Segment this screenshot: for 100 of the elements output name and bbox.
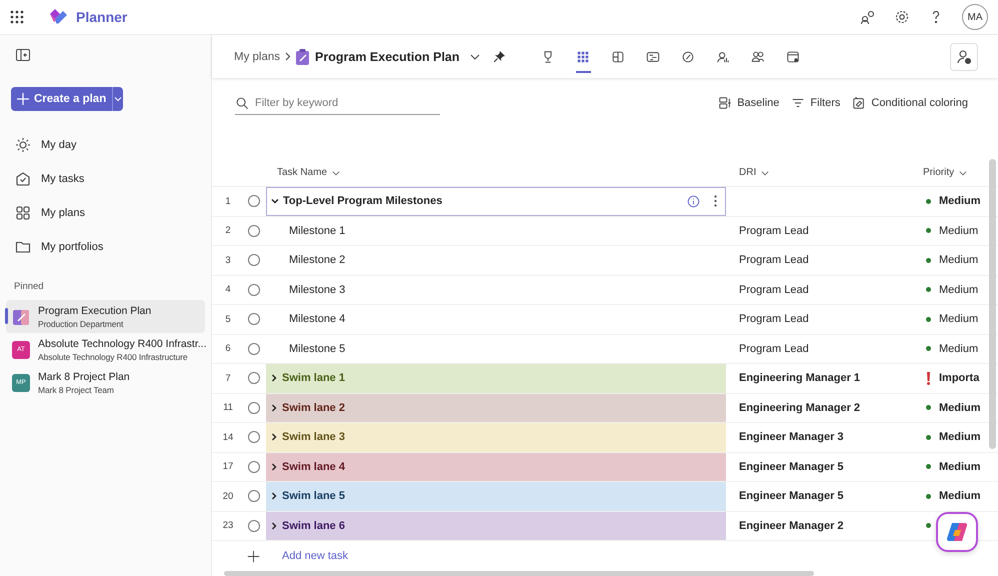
plan-title: Program Execution Plan bbox=[315, 50, 460, 64]
nav-item[interactable]: My day bbox=[6, 129, 205, 161]
task-name-cell[interactable]: Top-Level Program Milestones bbox=[266, 187, 726, 216]
row-number: 23 bbox=[222, 520, 234, 532]
row-number: 4 bbox=[224, 284, 232, 296]
pinned-plan[interactable]: Program Execution Plan Production Department bbox=[6, 300, 205, 333]
app-launcher-icon[interactable] bbox=[10, 10, 24, 24]
complete-checkbox[interactable] bbox=[248, 254, 260, 266]
nav-item[interactable]: My plans bbox=[6, 197, 205, 229]
expand-chevron-icon[interactable] bbox=[270, 433, 278, 442]
home-check-icon bbox=[15, 171, 31, 187]
task-name-cell[interactable]: Milestone 3 bbox=[266, 276, 726, 304]
expand-chevron-icon[interactable] bbox=[270, 522, 278, 530]
user-avatar[interactable]: MA bbox=[962, 4, 988, 30]
row-number: 6 bbox=[224, 343, 232, 354]
row-number: 17 bbox=[222, 461, 234, 472]
swim-lane-cell[interactable]: Swim lane 6 bbox=[266, 512, 726, 540]
copilot-button[interactable] bbox=[936, 512, 978, 552]
priority-cell: Medium bbox=[939, 402, 981, 414]
collapse-chevron-icon[interactable] bbox=[271, 197, 279, 206]
plus-icon bbox=[17, 93, 29, 105]
nav-item[interactable]: My portfolios bbox=[6, 231, 205, 263]
row-number: 14 bbox=[222, 432, 234, 443]
complete-checkbox[interactable] bbox=[248, 224, 260, 237]
task-name-cell[interactable]: Milestone 4 bbox=[266, 305, 726, 334]
search-field[interactable]: Filter by keyword bbox=[255, 94, 440, 112]
settings-icon bbox=[894, 9, 910, 25]
clipboard-icon bbox=[296, 48, 310, 64]
task-name-cell[interactable]: Milestone 1 bbox=[266, 216, 726, 245]
dri-cell: Engineering Manager 1 bbox=[739, 372, 860, 384]
dri-cell: Program Lead bbox=[739, 284, 809, 296]
expand-chevron-icon[interactable] bbox=[270, 492, 278, 500]
people-icon bbox=[860, 9, 876, 25]
pin-icon[interactable] bbox=[494, 51, 505, 62]
create-plan-dropdown[interactable] bbox=[113, 87, 123, 111]
app-name: Planner bbox=[76, 9, 128, 25]
task-name-cell[interactable]: Milestone 2 bbox=[266, 246, 726, 274]
priority-cell: Medium bbox=[939, 490, 981, 502]
grid-icon bbox=[15, 205, 31, 221]
person-add-icon bbox=[956, 48, 972, 64]
swim-lane-cell[interactable]: Swim lane 5 bbox=[266, 482, 726, 510]
plus-icon bbox=[247, 550, 260, 562]
complete-checkbox[interactable] bbox=[248, 520, 260, 532]
complete-checkbox[interactable] bbox=[248, 402, 260, 414]
complete-checkbox[interactable] bbox=[248, 460, 260, 473]
dri-cell: Engineering Manager 2 bbox=[739, 402, 860, 414]
vertical-scrollbar[interactable] bbox=[989, 159, 996, 449]
row-number: 7 bbox=[224, 372, 232, 384]
priority-cell: Importa bbox=[939, 372, 980, 384]
timeline-icon bbox=[646, 50, 660, 64]
row-number: 11 bbox=[222, 402, 234, 414]
swim-lane-cell[interactable]: Swim lane 3 bbox=[266, 423, 726, 452]
row-number: 20 bbox=[222, 490, 234, 502]
filter-icon bbox=[791, 96, 806, 110]
complete-checkbox[interactable] bbox=[248, 342, 260, 355]
toolbar-button[interactable]: Filters bbox=[791, 96, 840, 110]
sidebar-toggle-icon[interactable] bbox=[16, 49, 30, 61]
priority-cell: Medium bbox=[939, 224, 978, 237]
add-task-button[interactable]: Add new task bbox=[282, 550, 348, 562]
people-chart-icon bbox=[716, 50, 730, 64]
dri-cell: Program Lead bbox=[739, 342, 809, 355]
dri-cell: Engineer Manager 3 bbox=[739, 431, 844, 444]
caret-icon[interactable] bbox=[470, 54, 480, 60]
column-header[interactable]: DRI bbox=[739, 167, 756, 178]
toolbar-button[interactable]: Baseline bbox=[718, 96, 780, 110]
caret-icon bbox=[114, 96, 122, 102]
column-header[interactable]: Priority bbox=[923, 167, 954, 178]
swim-lane-cell[interactable]: Swim lane 1 bbox=[266, 364, 726, 392]
expand-chevron-icon[interactable] bbox=[270, 404, 278, 412]
dri-cell: Program Lead bbox=[739, 254, 809, 266]
task-name-cell[interactable]: Milestone 5 bbox=[266, 334, 726, 363]
priority-cell: Medium bbox=[939, 254, 978, 266]
complete-checkbox[interactable] bbox=[248, 195, 260, 208]
column-header[interactable]: Task Name bbox=[277, 167, 328, 178]
row-number: 1 bbox=[224, 196, 232, 207]
swim-lane-cell[interactable]: Swim lane 2 bbox=[266, 394, 726, 422]
toolbar-button[interactable]: Conditional coloring bbox=[852, 96, 968, 110]
info-icon bbox=[687, 194, 700, 208]
complete-checkbox[interactable] bbox=[248, 284, 260, 296]
clipboard-icon bbox=[12, 308, 30, 326]
breadcrumb-link[interactable]: My plans bbox=[234, 50, 280, 62]
nav-item[interactable]: My tasks bbox=[6, 163, 205, 195]
more-options-icon[interactable] bbox=[714, 195, 717, 208]
priority-cell: Medium bbox=[939, 460, 981, 473]
search-icon bbox=[235, 96, 249, 110]
sun-icon bbox=[15, 137, 31, 153]
complete-checkbox[interactable] bbox=[248, 431, 260, 444]
expand-chevron-icon[interactable] bbox=[270, 374, 278, 382]
section-label: Pinned bbox=[14, 281, 45, 292]
dri-cell: Program Lead bbox=[739, 224, 809, 237]
create-plan-button[interactable]: Create a plan bbox=[11, 87, 114, 111]
complete-checkbox[interactable] bbox=[248, 372, 260, 384]
horizontal-scrollbar[interactable] bbox=[224, 571, 814, 576]
swim-lane-cell[interactable]: Swim lane 4 bbox=[266, 452, 726, 481]
expand-chevron-icon[interactable] bbox=[270, 462, 278, 471]
share-button[interactable] bbox=[950, 42, 978, 70]
dri-cell: Engineer Manager 2 bbox=[739, 520, 844, 532]
dri-cell: Engineer Manager 5 bbox=[739, 460, 844, 473]
complete-checkbox[interactable] bbox=[248, 490, 260, 502]
complete-checkbox[interactable] bbox=[248, 313, 260, 326]
